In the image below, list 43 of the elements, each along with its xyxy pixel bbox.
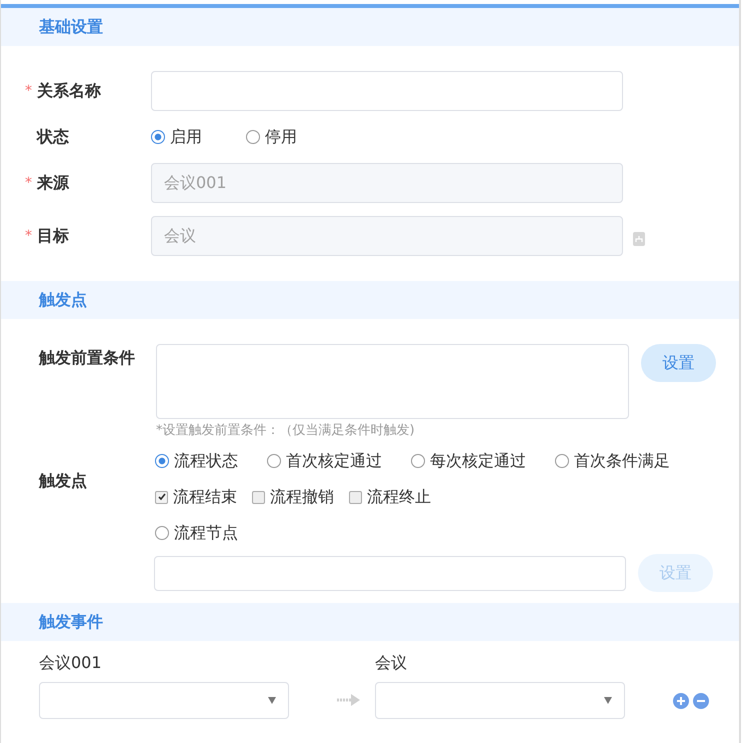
add-icon[interactable]	[673, 693, 689, 709]
radio-icon[interactable]	[555, 454, 569, 468]
radio-icon[interactable]	[155, 526, 169, 540]
field-label: 会议	[375, 653, 408, 674]
required-mark: *	[25, 228, 33, 244]
field-label: 状态	[37, 126, 69, 148]
field-label: 触发点	[39, 471, 87, 490]
radio-icon[interactable]	[155, 454, 169, 468]
radio-option[interactable]: 流程状态	[155, 450, 238, 472]
required-mark: *	[25, 83, 33, 99]
radio-option[interactable]: 停用	[246, 126, 297, 148]
hint-text: *设置触发前置条件：（仅当满足条件时触发)	[156, 422, 416, 439]
field-label: 会议001	[39, 653, 103, 674]
checkbox[interactable]	[155, 490, 168, 504]
checkbox[interactable]	[252, 490, 265, 504]
radio-option[interactable]: 首次条件满足	[555, 450, 670, 472]
field-label: 触发前置条件	[39, 348, 135, 367]
field-label: 目标	[37, 226, 69, 246]
input-field[interactable]	[151, 71, 623, 111]
checkbox[interactable]	[349, 490, 362, 504]
radio-option[interactable]: 启用	[151, 126, 202, 148]
section-title: 触发点	[39, 290, 87, 310]
field-label: 关系名称	[37, 80, 101, 102]
radio-icon[interactable]	[411, 454, 425, 468]
hierarchy-icon[interactable]	[633, 232, 645, 246]
radio-icon[interactable]	[267, 454, 281, 468]
checkbox-option[interactable]: 流程撤销	[252, 486, 334, 508]
input-field[interactable]	[154, 556, 626, 590]
remove-icon[interactable]	[693, 693, 709, 709]
arrow-icon	[337, 694, 361, 706]
select-field[interactable]	[39, 682, 289, 719]
radio-icon[interactable]	[246, 130, 260, 144]
section-title: 触发事件	[39, 612, 103, 632]
select-field[interactable]	[375, 682, 625, 719]
field-label: 来源	[37, 172, 69, 194]
checkbox-option[interactable]: 流程终止	[349, 486, 431, 508]
radio-option[interactable]: 流程节点	[155, 522, 238, 544]
radio-option[interactable]: 每次核定通过	[411, 450, 526, 472]
checkbox-option[interactable]: 流程结束	[155, 486, 237, 508]
radio-icon[interactable]	[151, 130, 165, 144]
required-mark: *	[25, 175, 33, 191]
radio-option[interactable]: 首次核定通过	[267, 450, 382, 472]
section-title: 基础设置	[39, 16, 103, 38]
